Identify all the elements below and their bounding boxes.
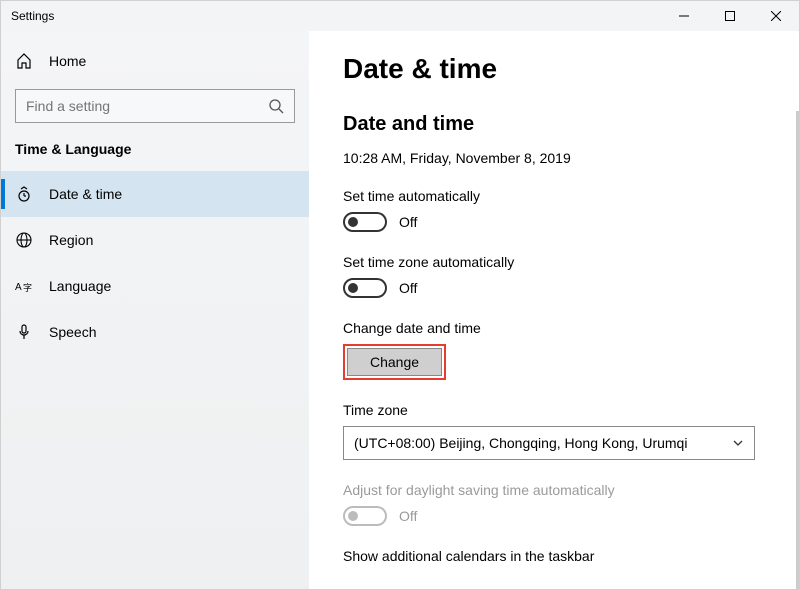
titlebar: Settings bbox=[1, 1, 799, 31]
svg-text:A: A bbox=[15, 282, 22, 293]
svg-text:字: 字 bbox=[23, 282, 32, 293]
scrollbar[interactable] bbox=[796, 111, 799, 589]
home-icon bbox=[15, 53, 33, 69]
nav-label: Speech bbox=[49, 324, 96, 340]
minimize-icon bbox=[679, 11, 689, 21]
nav-label: Language bbox=[49, 278, 111, 294]
category-heading: Time & Language bbox=[1, 137, 309, 171]
set-tz-auto-state: Off bbox=[399, 280, 417, 296]
clock-icon bbox=[15, 186, 33, 202]
language-icon: A字 bbox=[15, 278, 33, 294]
dst-toggle bbox=[343, 506, 387, 526]
set-time-auto-toggle[interactable] bbox=[343, 212, 387, 232]
maximize-icon bbox=[725, 11, 735, 21]
microphone-icon bbox=[15, 324, 33, 340]
change-button[interactable]: Change bbox=[347, 348, 442, 376]
dst-label: Adjust for daylight saving time automati… bbox=[343, 482, 765, 498]
search-input[interactable] bbox=[26, 98, 268, 114]
close-button[interactable] bbox=[753, 1, 799, 31]
dst-group: Adjust for daylight saving time automati… bbox=[343, 482, 765, 526]
section-heading: Date and time bbox=[343, 113, 765, 136]
window-title: Settings bbox=[1, 9, 661, 23]
nav-label: Region bbox=[49, 232, 93, 248]
globe-icon bbox=[15, 232, 33, 248]
page-title: Date & time bbox=[343, 53, 765, 85]
nav-language[interactable]: A字 Language bbox=[1, 263, 309, 309]
toggle-knob bbox=[348, 511, 358, 521]
timezone-select[interactable]: (UTC+08:00) Beijing, Chongqing, Hong Kon… bbox=[343, 426, 755, 460]
search-wrap bbox=[1, 81, 309, 137]
set-time-auto-state: Off bbox=[399, 214, 417, 230]
change-datetime-group: Change date and time Change bbox=[343, 320, 765, 380]
set-time-auto-label: Set time automatically bbox=[343, 188, 765, 204]
timezone-value: (UTC+08:00) Beijing, Chongqing, Hong Kon… bbox=[354, 435, 687, 451]
change-button-highlight: Change bbox=[343, 344, 446, 380]
set-tz-auto-group: Set time zone automatically Off bbox=[343, 254, 765, 298]
body: Home Time & Language Date & time bbox=[1, 31, 799, 589]
nav-date-time[interactable]: Date & time bbox=[1, 171, 309, 217]
window-controls bbox=[661, 1, 799, 31]
home-label: Home bbox=[49, 53, 86, 69]
nav-region[interactable]: Region bbox=[1, 217, 309, 263]
settings-window: Settings Home bbox=[0, 0, 800, 590]
toggle-knob bbox=[348, 283, 358, 293]
sidebar: Home Time & Language Date & time bbox=[1, 31, 309, 589]
maximize-button[interactable] bbox=[707, 1, 753, 31]
nav-label: Date & time bbox=[49, 186, 122, 202]
timezone-group: Time zone (UTC+08:00) Beijing, Chongqing… bbox=[343, 402, 765, 460]
close-icon bbox=[771, 11, 781, 21]
search-box[interactable] bbox=[15, 89, 295, 123]
nav-speech[interactable]: Speech bbox=[1, 309, 309, 355]
additional-calendars-label: Show additional calendars in the taskbar bbox=[343, 548, 765, 564]
dst-state: Off bbox=[399, 508, 417, 524]
home-nav[interactable]: Home bbox=[1, 41, 309, 81]
chevron-down-icon bbox=[732, 437, 744, 449]
minimize-button[interactable] bbox=[661, 1, 707, 31]
nav: Date & time Region A字 Language bbox=[1, 171, 309, 355]
current-datetime: 10:28 AM, Friday, November 8, 2019 bbox=[343, 150, 765, 166]
set-tz-auto-toggle[interactable] bbox=[343, 278, 387, 298]
change-datetime-label: Change date and time bbox=[343, 320, 765, 336]
toggle-knob bbox=[348, 217, 358, 227]
timezone-label: Time zone bbox=[343, 402, 765, 418]
search-icon bbox=[268, 98, 284, 114]
content: Date & time Date and time 10:28 AM, Frid… bbox=[309, 31, 799, 589]
set-tz-auto-label: Set time zone automatically bbox=[343, 254, 765, 270]
set-time-auto-group: Set time automatically Off bbox=[343, 188, 765, 232]
